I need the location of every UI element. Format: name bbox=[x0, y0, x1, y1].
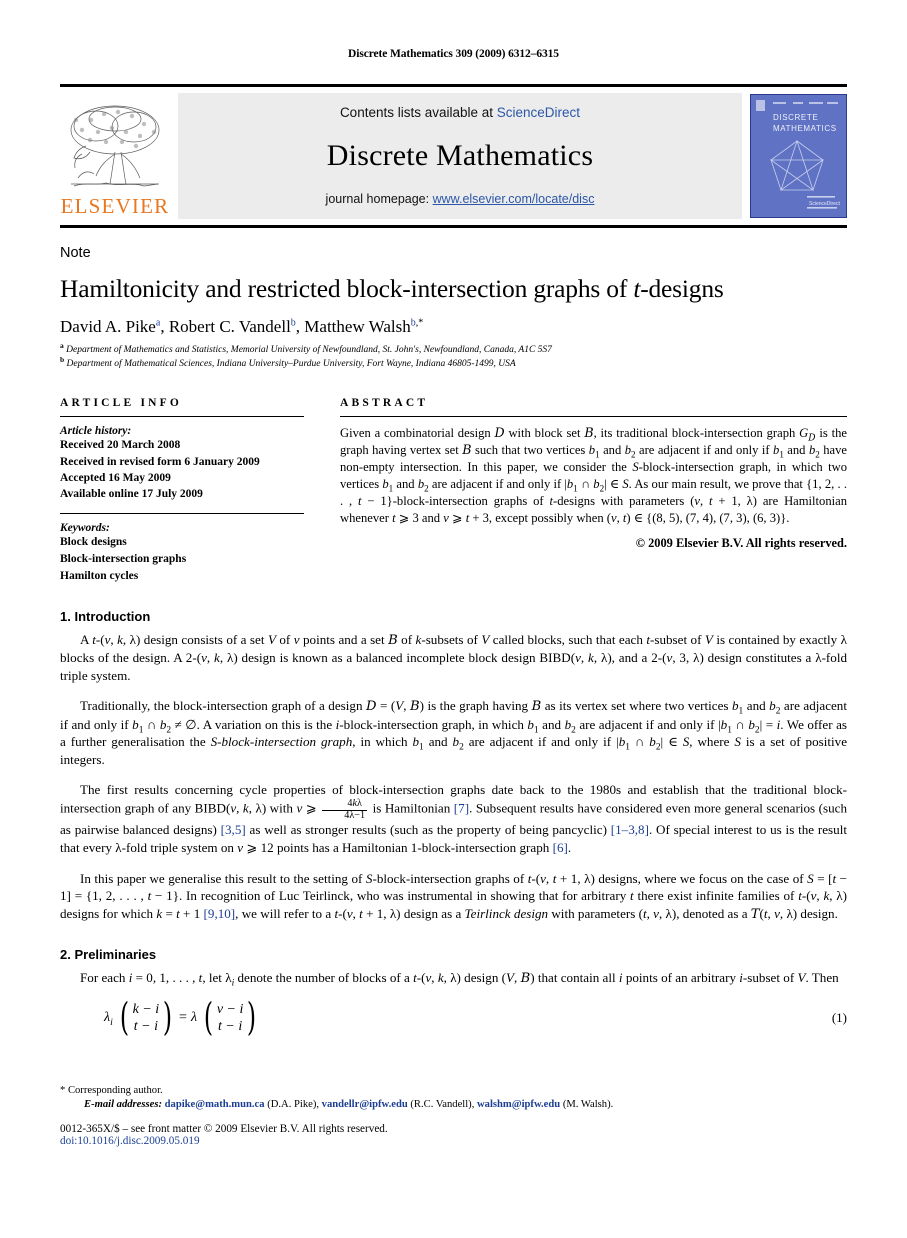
paragraph-lambda-i: For each i = 0, 1, . . . , t, let λi den… bbox=[80, 970, 839, 989]
keyword-item: Block-intersection graphs bbox=[60, 553, 187, 566]
author-pike[interactable]: David A. Pikea bbox=[60, 317, 160, 336]
homepage-prefix: journal homepage: bbox=[325, 192, 433, 206]
binomial-right-top: v − i bbox=[216, 1001, 244, 1017]
binomial-left-stack: k − i t − i bbox=[132, 1001, 161, 1035]
equation-1: λi ( k − i t − i ) = λ ( v − i t − i ) (… bbox=[60, 995, 847, 1040]
contents-available-line: Contents lists available at ScienceDirec… bbox=[340, 105, 580, 120]
journal-band: Contents lists available at ScienceDirec… bbox=[178, 93, 742, 219]
section-heading-preliminaries: 2. Preliminaries bbox=[60, 947, 847, 962]
affiliation-a-text: Department of Mathematics and Statistics… bbox=[66, 344, 552, 355]
elsevier-logo: ELSEVIER bbox=[60, 93, 170, 219]
equation-equals: = bbox=[179, 1009, 187, 1025]
running-head: Discrete Mathematics 309 (2009) 6312–631… bbox=[348, 48, 559, 60]
history-received: Received 20 March 2008 bbox=[60, 439, 181, 452]
section-title-text: Introduction bbox=[74, 608, 151, 624]
abstract-column: ABSTRACT Given a combinatorial design D … bbox=[340, 397, 847, 584]
citation-3-5[interactable]: [3,5] bbox=[221, 822, 246, 837]
affiliation-b-text: Department of Mathematical Sciences, Ind… bbox=[66, 359, 516, 370]
svg-text:ScienceDirect: ScienceDirect bbox=[809, 201, 840, 207]
citation-1-3-8[interactable]: [1–3,8] bbox=[611, 822, 649, 837]
binomial-left: ( k − i t − i ) bbox=[117, 995, 175, 1040]
keywords-label: Keywords: bbox=[60, 522, 110, 535]
paren-open-icon: ( bbox=[119, 995, 129, 1040]
email-addresses-note: E-mail addresses: dapike@math.mun.ca (D.… bbox=[84, 1099, 614, 1110]
email-link-walsh[interactable]: walshm@ipfw.edu bbox=[477, 1099, 560, 1110]
keyword-item: Block designs bbox=[60, 536, 127, 549]
article-info-heading: ARTICLE INFO bbox=[60, 397, 183, 410]
svg-text:DISCRETE: DISCRETE bbox=[773, 113, 818, 122]
elsevier-wordmark: ELSEVIER bbox=[60, 194, 170, 218]
email-owner-pike: (D.A. Pike) bbox=[267, 1099, 317, 1110]
email-label: E-mail addresses: bbox=[84, 1099, 162, 1110]
email-link-pike[interactable]: dapike@math.mun.ca bbox=[165, 1099, 265, 1110]
abstract-heading: ABSTRACT bbox=[340, 397, 429, 410]
imprint-line: 0012-365X/$ – see front matter © 2009 El… bbox=[60, 1123, 388, 1135]
article-page: Discrete Mathematics 309 (2009) 6312–631… bbox=[0, 0, 907, 1238]
citation-7[interactable]: [7] bbox=[454, 800, 469, 815]
equation-expression: λi ( k − i t − i ) = λ ( v − i t − i ) bbox=[104, 995, 259, 1040]
journal-masthead: ELSEVIER Contents lists available at Sci… bbox=[60, 84, 847, 228]
svg-text:MATHEMATICS: MATHEMATICS bbox=[773, 124, 837, 133]
footer-gap bbox=[60, 1110, 847, 1123]
section-number: 1. bbox=[60, 608, 71, 624]
author-vandell[interactable]: Robert C. Vandellb bbox=[169, 317, 296, 336]
paren-close-icon: ) bbox=[163, 995, 173, 1040]
paren-open-icon: ( bbox=[203, 995, 214, 1040]
article-history-label: Article history: bbox=[60, 425, 132, 438]
binomial-left-bottom: t − i bbox=[133, 1018, 159, 1034]
section-number: 2. bbox=[60, 947, 71, 963]
keyword-item: Hamilton cycles bbox=[60, 569, 139, 582]
page-title: Hamiltonicity and restricted block-inter… bbox=[60, 274, 724, 303]
paragraph-traditional-graph: Traditionally, the block-intersection gr… bbox=[60, 698, 848, 767]
binomial-right: ( v − i t − i ) bbox=[201, 995, 259, 1040]
sciencedirect-link[interactable]: ScienceDirect bbox=[497, 105, 580, 120]
article-info-column: ARTICLE INFO Article history: Received 2… bbox=[60, 397, 304, 584]
affiliation-a: a Department of Mathematics and Statisti… bbox=[60, 340, 552, 355]
contents-prefix: Contents lists available at bbox=[339, 105, 497, 120]
cover-artwork: DISCRETE MATHEMATICS ScienceDirect bbox=[751, 95, 844, 215]
journal-cover-thumbnail[interactable]: DISCRETE MATHEMATICS ScienceDirect bbox=[750, 94, 847, 218]
corresponding-author-note: * Corresponding author. bbox=[60, 1085, 163, 1096]
journal-title: Discrete Mathematics bbox=[326, 139, 594, 172]
history-online: Available online 17 July 2009 bbox=[60, 488, 203, 501]
abstract-rule-top bbox=[340, 416, 847, 418]
email-owner-walsh: (M. Walsh) bbox=[562, 1099, 611, 1110]
equation-rhs-symbol: λ bbox=[190, 1009, 198, 1025]
author-walsh[interactable]: Matthew Walshb,* bbox=[304, 317, 423, 336]
info-rule-top bbox=[60, 416, 304, 418]
journal-homepage-line: journal homepage: www.elsevier.com/locat… bbox=[326, 192, 595, 206]
email-owner-vandell: (R.C. Vandell) bbox=[410, 1099, 472, 1110]
page-footer: * Corresponding author. E-mail addresses… bbox=[60, 1085, 847, 1147]
citation-6[interactable]: [6] bbox=[553, 840, 568, 855]
paragraph-definitions: A t-(v, k, λ) design consists of a set V… bbox=[60, 631, 848, 683]
author-list: David A. Pikea, Robert C. Vandellb, Matt… bbox=[60, 316, 424, 336]
paragraph-first-results: The first results concerning cycle prope… bbox=[60, 782, 847, 855]
fraction-bound: 4kλ 4λ−1 bbox=[322, 798, 368, 821]
affiliation-b: b Department of Mathematical Sciences, I… bbox=[60, 355, 516, 370]
equation-lhs-symbol: λi bbox=[104, 1009, 113, 1028]
paren-close-icon: ) bbox=[247, 995, 257, 1040]
journal-homepage-link[interactable]: www.elsevier.com/locate/disc bbox=[433, 192, 595, 206]
doi-line[interactable]: doi:10.1016/j.disc.2009.05.019 bbox=[60, 1135, 847, 1147]
binomial-left-top: k − i bbox=[132, 1001, 160, 1017]
citation-9-10[interactable]: [9,10] bbox=[204, 906, 236, 921]
elsevier-tree-icon bbox=[70, 105, 160, 187]
binomial-right-bottom: t − i bbox=[218, 1018, 243, 1034]
binomial-right-stack: v − i t − i bbox=[216, 1001, 245, 1035]
section-title-text: Preliminaries bbox=[74, 947, 157, 963]
info-abstract-region: ARTICLE INFO Article history: Received 2… bbox=[60, 397, 847, 584]
history-accepted: Accepted 16 May 2009 bbox=[60, 471, 171, 484]
abstract-copyright: © 2009 Elsevier B.V. All rights reserved… bbox=[635, 535, 847, 550]
paragraph-generalisation: In this paper we generalise this result … bbox=[60, 870, 848, 922]
section-heading-introduction: 1. Introduction bbox=[60, 609, 847, 624]
history-revised: Received in revised form 6 January 2009 bbox=[60, 455, 260, 468]
article-type-label: Note bbox=[60, 245, 91, 261]
equation-number: (1) bbox=[831, 1009, 847, 1025]
info-rule-mid bbox=[60, 513, 304, 515]
email-link-vandell[interactable]: vandellr@ipfw.edu bbox=[322, 1099, 408, 1110]
abstract-text: Given a combinatorial design D with bloc… bbox=[340, 425, 848, 525]
